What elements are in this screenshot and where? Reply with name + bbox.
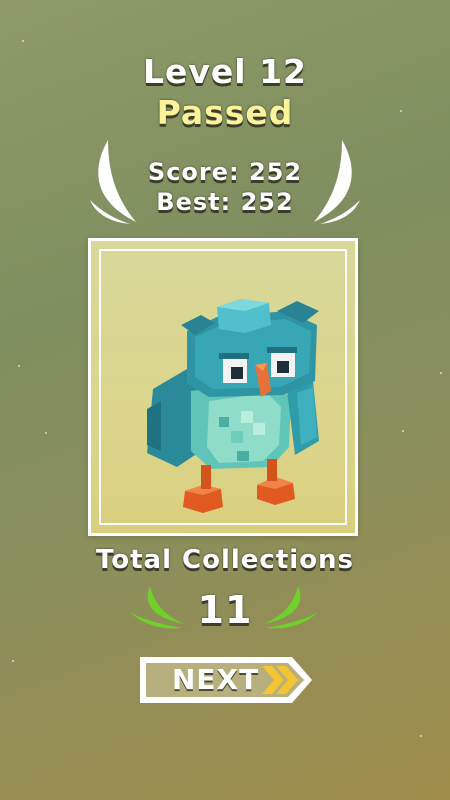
level-title: Level 12 [142,52,308,91]
next-button[interactable]: NEXT [136,653,316,707]
best-score-text: Best: 252 [156,188,294,216]
reward-frame [88,238,358,536]
passed-status: Passed [156,93,294,132]
sparkle [420,735,422,737]
sparkle [45,432,47,434]
voxel-owl-icon [147,299,319,513]
score-text: Score: 252 [147,158,303,186]
next-button-label: NEXT [172,663,260,696]
sparkle [440,372,442,374]
double-chevron-right-icon [262,666,298,694]
sparkle [12,660,14,662]
total-collections-count: 11 [197,588,253,632]
sparkle [22,40,24,42]
sparkle [402,430,404,432]
total-collections-label: Total Collections [95,545,355,575]
sparkle [18,365,20,367]
level-complete-screen: { "header": { "level_text": "Level 12", … [0,0,450,800]
